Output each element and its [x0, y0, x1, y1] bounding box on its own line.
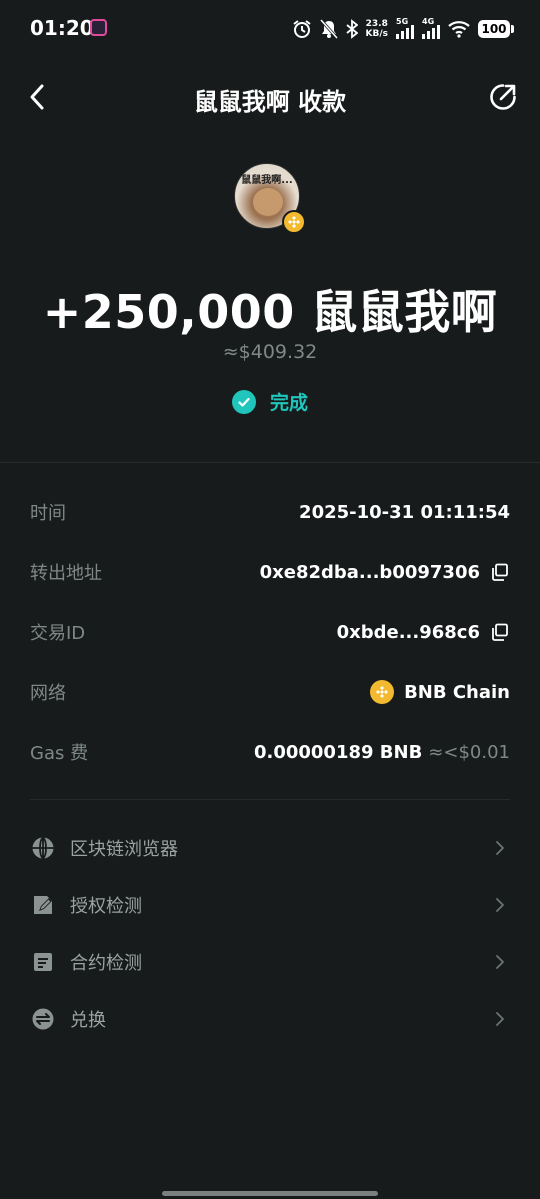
swap-icon	[30, 1006, 56, 1032]
network-speed: 23.8 KB/s	[366, 19, 388, 39]
time-value-text: 2025-10-31 01:11:54	[299, 501, 510, 523]
status-bar: 01:20 23.8 KB/s 5G 4G 100	[0, 0, 540, 58]
net-speed-value: 23.8	[365, 19, 388, 29]
divider	[0, 462, 540, 463]
chevron-right-icon	[492, 840, 508, 856]
chevron-right-icon	[492, 897, 508, 913]
chevron-right-icon	[492, 1011, 508, 1027]
from-address-text: 0xe82dba...b0097306	[259, 561, 480, 583]
battery-icon: 100	[478, 20, 514, 38]
gas-label: Gas 费	[30, 743, 89, 764]
share-arrow-icon	[490, 84, 516, 110]
alarm-icon	[292, 19, 312, 39]
check-circle-icon	[231, 389, 256, 414]
status-icons: 23.8 KB/s 5G 4G 100	[292, 16, 514, 42]
detail-row-network: 网络 BNB Chain	[30, 662, 510, 722]
status-text: 完成	[269, 392, 308, 414]
hamster-image	[253, 188, 283, 216]
document-icon	[30, 949, 56, 975]
divider	[30, 799, 510, 800]
wifi-icon	[448, 20, 470, 38]
link-label: 授权检测	[70, 895, 142, 917]
network-text: BNB Chain	[404, 681, 510, 703]
status-time: 01:20	[30, 16, 94, 40]
detail-row-txid: 交易ID 0xbde...968c6	[30, 602, 510, 662]
signal-4g-icon: 4G	[422, 17, 440, 39]
copy-icon[interactable]	[490, 562, 510, 582]
link-label: 兑换	[70, 1009, 106, 1031]
chevron-right-icon	[492, 954, 508, 970]
net-speed-unit: KB/s	[365, 29, 388, 39]
from-address-label: 转出地址	[30, 563, 102, 584]
fiat-value: ≈$409.32	[222, 341, 318, 363]
network-label: 网络	[30, 683, 66, 704]
home-indicator[interactable]	[162, 1191, 378, 1196]
time-value: 2025-10-31 01:11:54	[299, 502, 510, 523]
gas-fiat: ≈<$0.01	[428, 741, 510, 763]
mute-icon	[319, 19, 338, 39]
transaction-status: 完成	[0, 388, 540, 415]
network-value: BNB Chain	[370, 680, 510, 704]
detail-row-time: 时间 2025-10-31 01:11:54	[30, 482, 510, 542]
detail-row-gas: Gas 费 0.00000189 BNB ≈<$0.01	[30, 722, 510, 782]
link-label: 区块链浏览器	[70, 838, 178, 860]
transaction-details: 时间 2025-10-31 01:11:54 转出地址 0xe82dba...b…	[30, 482, 510, 782]
edit-document-icon	[30, 892, 56, 918]
screen: 01:20 23.8 KB/s 5G 4G 100 鼠鼠我啊 收款 鼠鼠我啊..…	[0, 0, 540, 1199]
link-swap[interactable]: 兑换	[30, 990, 510, 1047]
bluetooth-icon	[345, 19, 358, 39]
globe-icon	[30, 835, 56, 861]
sim1-label: 5G	[396, 17, 409, 26]
link-block-explorer[interactable]: 区块链浏览器	[30, 819, 510, 876]
sim2-label: 4G	[422, 17, 435, 26]
txid-text: 0xbde...968c6	[336, 621, 480, 643]
detail-row-from-address: 转出地址 0xe82dba...b0097306	[30, 542, 510, 602]
txid-value[interactable]: 0xbde...968c6	[337, 622, 510, 643]
gas-amount: 0.00000189 BNB	[253, 741, 423, 763]
avatar-caption: 鼠鼠我啊...	[241, 175, 293, 186]
time-label: 时间	[30, 503, 66, 524]
txid-label: 交易ID	[30, 623, 86, 644]
share-button[interactable]	[486, 80, 520, 114]
gas-value: 0.00000189 BNB ≈<$0.01	[254, 742, 510, 763]
bnb-chain-badge-icon	[282, 210, 306, 234]
signal-5g-icon: 5G	[396, 17, 414, 39]
copy-icon[interactable]	[490, 622, 510, 642]
from-address-value[interactable]: 0xe82dba...b0097306	[260, 562, 510, 583]
link-label: 合约检测	[70, 952, 142, 974]
link-contract-check[interactable]: 合约检测	[30, 933, 510, 990]
page-title: 鼠鼠我啊 收款	[193, 88, 347, 116]
action-links: 区块链浏览器 授权检测 合约检测 兑换	[30, 819, 510, 1047]
header: 鼠鼠我啊 收款	[0, 70, 540, 124]
app-notification-icon	[90, 19, 107, 36]
bnb-icon	[370, 680, 395, 704]
transfer-amount: +250,000 鼠鼠我啊	[42, 285, 498, 339]
link-approval-check[interactable]: 授权检测	[30, 876, 510, 933]
